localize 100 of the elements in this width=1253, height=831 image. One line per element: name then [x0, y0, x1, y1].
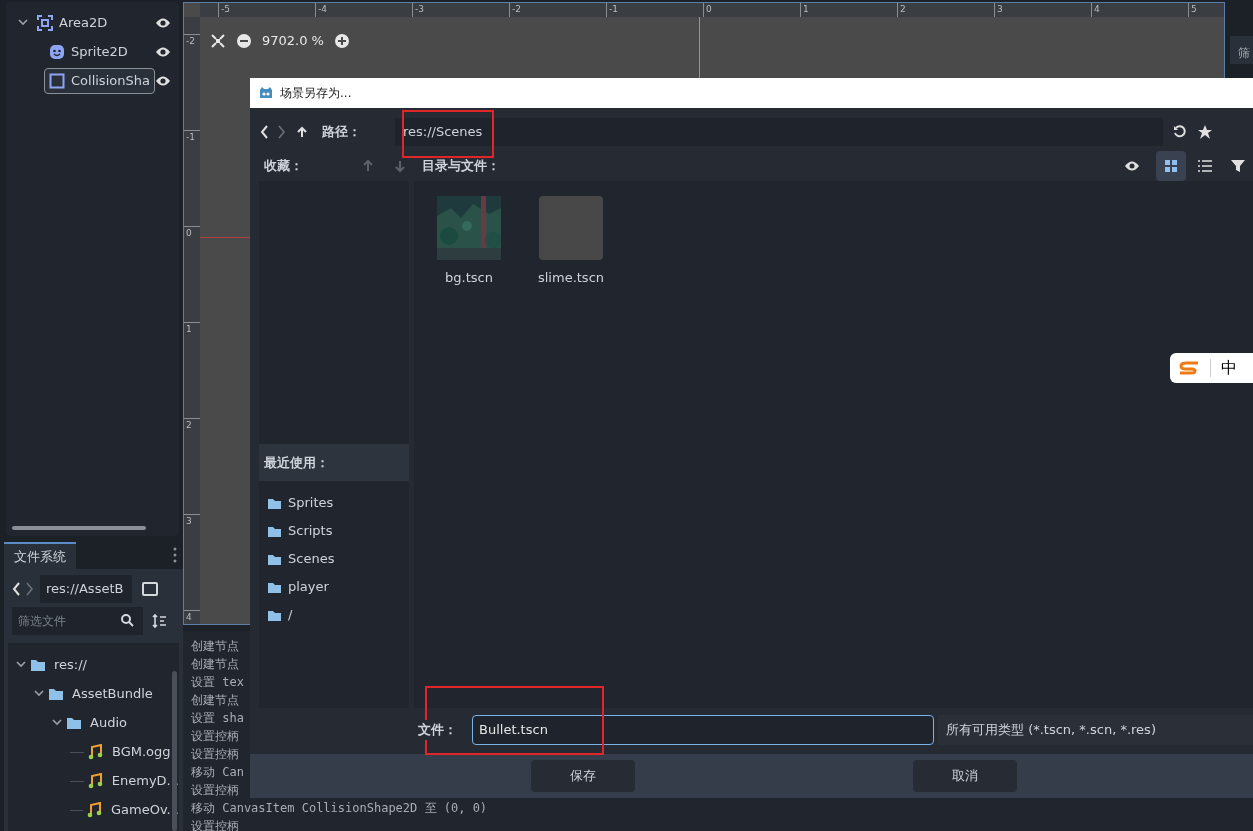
ruler-label: -4 — [318, 4, 327, 15]
list-icon — [1198, 160, 1212, 172]
window-icon[interactable] — [142, 581, 158, 596]
path-field[interactable]: res://Scenes — [395, 118, 1163, 146]
file-type-dropdown[interactable]: 所有可用类型 (*.tscn, *.scn, *.res) — [938, 715, 1253, 745]
dialog-button[interactable]: 保存 — [531, 760, 635, 792]
scene-node[interactable]: CollisionSha — [44, 67, 155, 94]
ruler-label: -3 — [415, 4, 424, 15]
folder-icon — [267, 552, 282, 566]
window-title: 场景另存为... — [280, 85, 352, 102]
ruler-label: 3 — [186, 516, 193, 526]
log-line: 设置 sha — [191, 710, 244, 727]
ruler-label: 2 — [900, 4, 906, 15]
eye-icon[interactable] — [155, 45, 171, 58]
log-line: 设置控柄 — [191, 728, 239, 745]
filesystem-tab[interactable]: 文件系统 — [4, 541, 76, 569]
path-field[interactable]: res://AssetB — [40, 575, 132, 603]
log-line: 创建节点 — [191, 656, 239, 673]
zoom-out-icon[interactable] — [236, 32, 252, 49]
folder-icon — [267, 524, 282, 538]
sort-icon[interactable] — [151, 612, 167, 629]
log-line: 移动 Can — [191, 764, 244, 781]
grid-icon — [1165, 160, 1177, 172]
input-method-icon — [1178, 361, 1200, 375]
ruler-label: 0 — [186, 228, 193, 238]
file-tree-item[interactable]: EnemyD... — [111, 771, 179, 791]
file-item[interactable]: bg.tscn — [445, 268, 493, 288]
ruler-label: -5 — [221, 4, 230, 15]
log-line: 设置 tex — [191, 674, 244, 691]
recent-item[interactable]: Scenes — [259, 545, 409, 573]
app-icon — [258, 86, 274, 100]
log-line: 设置控柄 — [191, 746, 239, 763]
ruler-label: -2 — [512, 4, 521, 15]
recent-item[interactable]: / — [259, 601, 409, 629]
file-name-field[interactable]: Bullet.tscn — [472, 715, 934, 745]
log-line: 移动 CanvasItem CollisionShape2D 至 (0, 0) — [191, 800, 488, 817]
back-icon[interactable] — [260, 125, 268, 139]
favorites-label: 收藏： — [264, 157, 304, 176]
scrollbar[interactable] — [12, 525, 146, 530]
eye-icon[interactable] — [1124, 160, 1140, 172]
chevron-down-icon[interactable] — [16, 661, 26, 669]
scene-node[interactable]: Area2D — [32, 9, 113, 36]
eye-icon[interactable] — [155, 74, 171, 87]
square-icon — [49, 72, 65, 89]
filter-field[interactable]: 筛选文件 — [12, 606, 143, 635]
chevron-down-icon[interactable] — [18, 18, 28, 27]
ruler-label: 3 — [997, 4, 1003, 15]
chevron-down-icon[interactable] — [52, 719, 62, 727]
ruler-label: 5 — [1191, 4, 1197, 15]
file-tree-item[interactable]: BGM.ogg — [112, 742, 171, 762]
recent-label: 最近使用： — [259, 444, 409, 481]
zoom-in-icon[interactable] — [334, 32, 350, 49]
ruler-label: 0 — [706, 4, 712, 15]
center-icon[interactable] — [210, 32, 226, 49]
ruler-label: 2 — [186, 420, 193, 430]
up-icon[interactable] — [296, 126, 308, 138]
sprite-icon — [49, 43, 65, 60]
file-thumbnail — [539, 196, 603, 260]
chevron-down-icon[interactable] — [34, 690, 44, 698]
music-note-icon — [87, 802, 103, 818]
area-icon — [37, 14, 53, 31]
file-tree-item[interactable]: GameOv... — [111, 800, 179, 820]
ruler-label: -2 — [186, 36, 196, 46]
folder-icon — [267, 496, 282, 510]
star-icon[interactable] — [1197, 124, 1213, 140]
files-label: 目录与文件： — [422, 157, 501, 176]
forward-icon[interactable] — [26, 581, 34, 596]
menu-icon[interactable] — [173, 547, 177, 564]
recent-item[interactable]: Scripts — [259, 517, 409, 545]
grid-view-button[interactable] — [1156, 151, 1186, 181]
refresh-icon[interactable] — [1173, 125, 1187, 139]
file-tree-item[interactable]: res:// — [54, 655, 87, 675]
music-note-icon — [88, 744, 104, 760]
path-label: 路径： — [322, 123, 361, 142]
ruler-label: -1 — [609, 4, 618, 15]
dialog-button[interactable]: 取消 — [913, 760, 1017, 792]
log-line: 设置控柄 — [191, 818, 239, 831]
folder-icon — [267, 580, 282, 594]
ruler-label: 4 — [186, 612, 193, 622]
file-item[interactable]: slime.tscn — [537, 268, 605, 288]
recent-item[interactable]: Sprites — [259, 489, 409, 517]
file-tree-item[interactable]: AssetBundle — [72, 684, 153, 704]
ruler-label: -1 — [186, 132, 196, 142]
music-note-icon — [87, 773, 104, 789]
back-icon[interactable] — [12, 581, 20, 596]
scene-node[interactable]: Sprite2D — [44, 38, 133, 65]
log-line: 设置控柄 — [191, 782, 239, 799]
folder-icon — [267, 608, 282, 622]
file-tree-item[interactable]: Audio — [90, 713, 127, 733]
ruler-label: 4 — [1094, 4, 1100, 15]
folder-icon — [66, 716, 82, 730]
filter-icon[interactable] — [1230, 158, 1246, 174]
log-line: 创建节点 — [191, 692, 239, 709]
zoom-level[interactable]: 9702.0 % — [262, 31, 324, 51]
input-mode[interactable]: 中 — [1221, 356, 1237, 380]
recent-item[interactable]: player — [259, 573, 409, 601]
folder-icon — [30, 658, 46, 672]
eye-icon[interactable] — [155, 16, 171, 29]
folder-icon — [48, 687, 64, 701]
forward-icon[interactable] — [278, 125, 286, 139]
